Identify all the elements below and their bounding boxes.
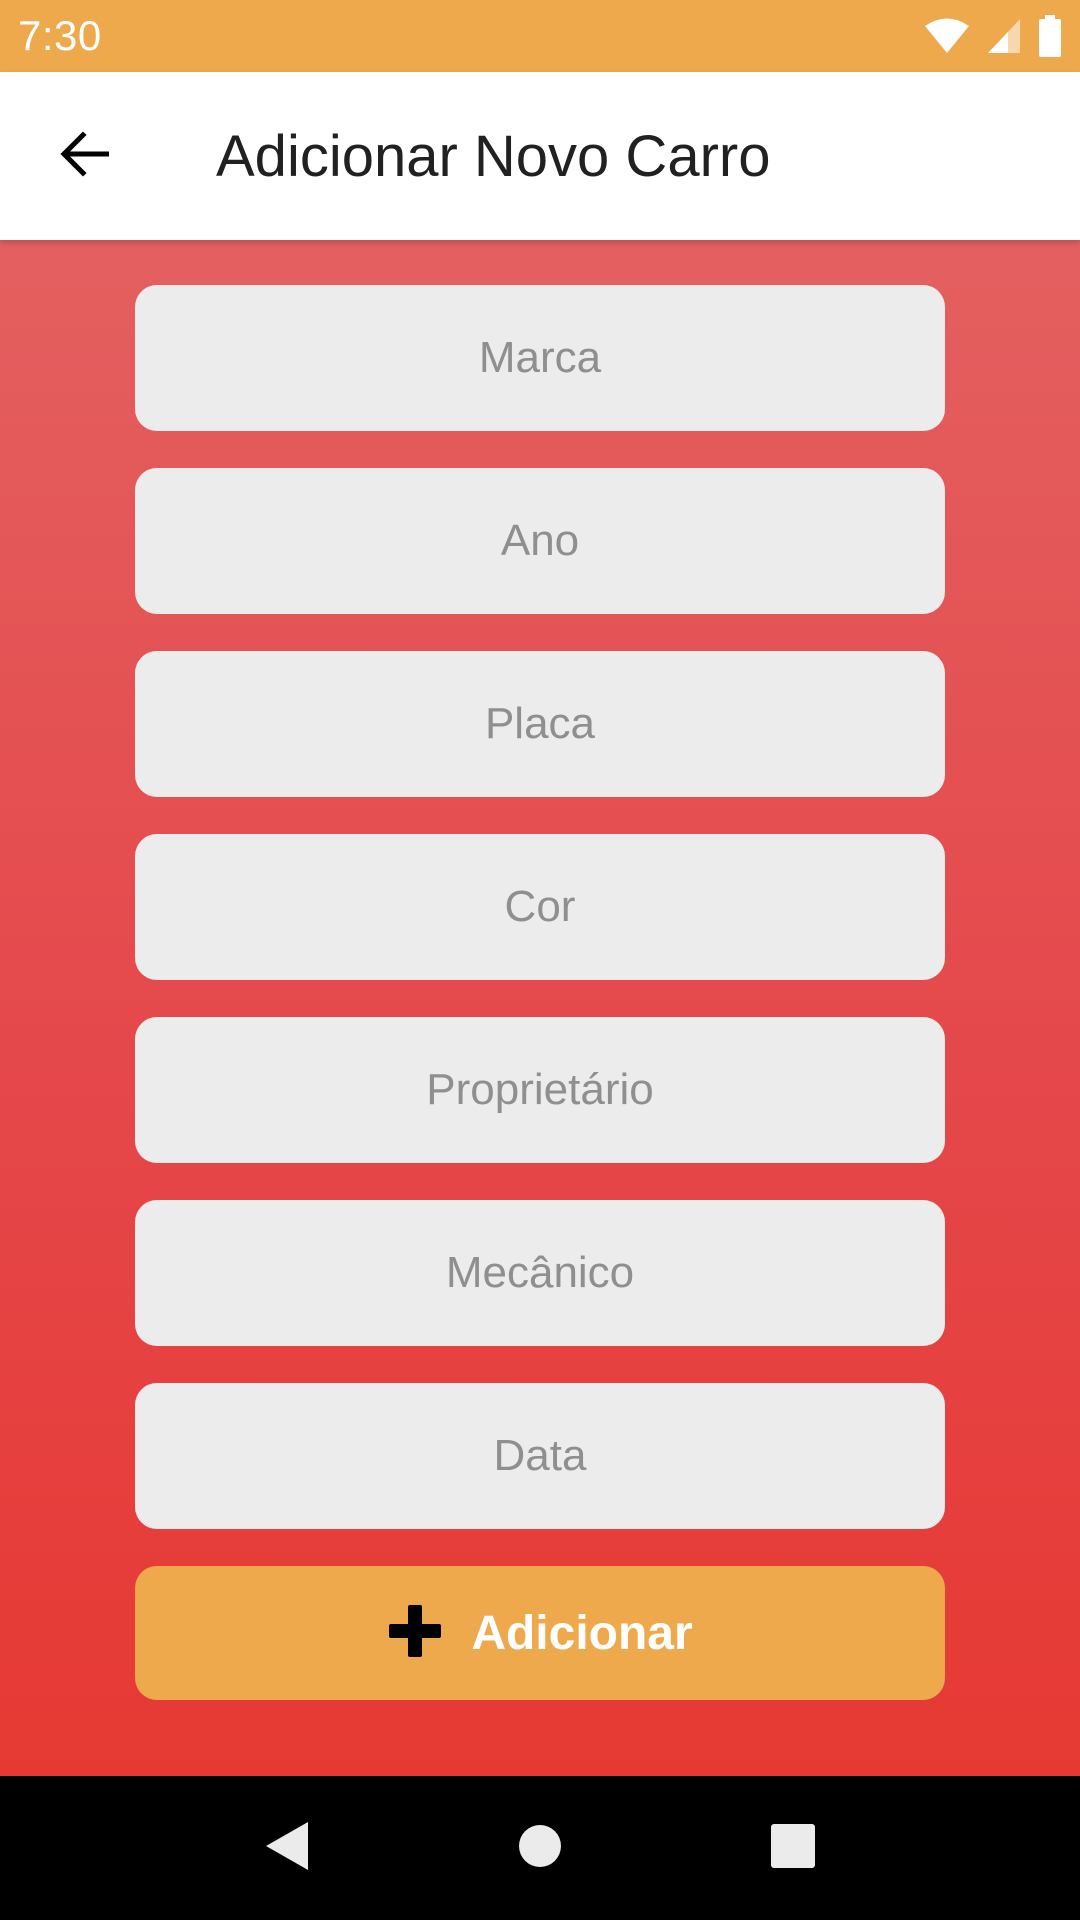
status-time: 7:30 [18,12,102,59]
mecanico-field[interactable] [135,1200,945,1346]
home-circle-icon [517,1823,563,1874]
nav-back-button[interactable] [232,1793,342,1903]
proprietario-field[interactable] [135,1017,945,1163]
page-title: Adicionar Novo Carro [216,123,771,189]
placa-field[interactable] [135,651,945,797]
car-form: Adicionar [135,285,945,1700]
plus-icon [387,1603,443,1664]
app-bar: Adicionar Novo Carro [0,72,1080,240]
status-bar: 7:30 [0,0,1080,72]
wifi-icon [924,17,970,55]
status-icons [924,15,1062,57]
data-field[interactable] [135,1383,945,1529]
screen: 7:30 Adicionar Novo Carro Marca Ano Plac… [0,0,1080,1920]
add-button-label: Adicionar [471,1606,693,1660]
nav-home-button[interactable] [485,1793,595,1903]
signal-icon [986,17,1022,55]
back-triangle-icon [264,1820,310,1877]
navigation-bar [0,1776,1080,1920]
arrow-left-icon [59,130,110,182]
cor-field[interactable] [135,834,945,980]
battery-icon [1038,15,1062,57]
recents-square-icon [770,1823,816,1874]
ano-field[interactable] [135,468,945,614]
back-button[interactable] [24,96,144,216]
nav-recents-button[interactable] [738,1793,848,1903]
content-area: Adicionar [0,240,1080,1776]
marca-field[interactable] [135,285,945,431]
add-button[interactable]: Adicionar [135,1566,945,1700]
